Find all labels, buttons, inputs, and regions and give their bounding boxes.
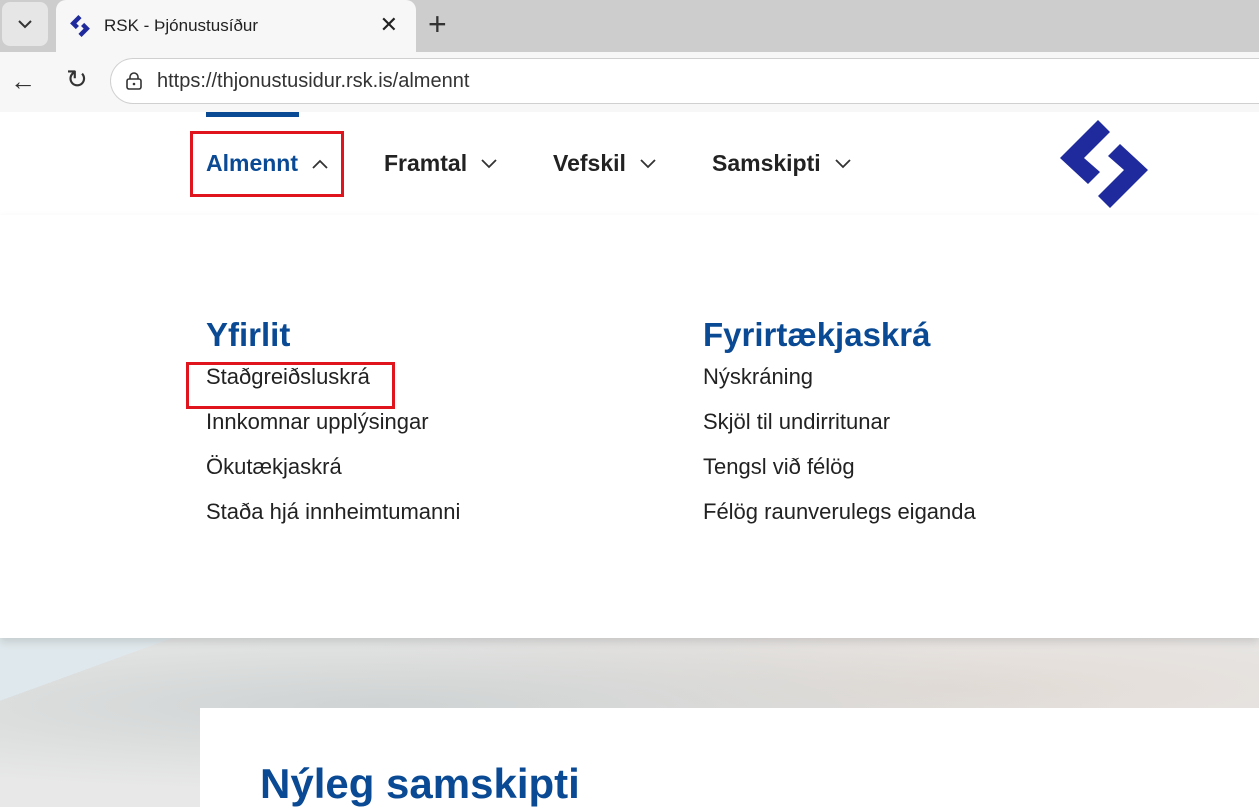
menu-link[interactable]: Tengsl við félög — [703, 453, 976, 498]
menu-column-yfirlit: Yfirlit Staðgreiðsluskrá Innkomnar upplý… — [206, 315, 460, 543]
site-header: Almennt Framtal Vefskil Samskipti — [0, 112, 1259, 215]
lock-icon — [126, 72, 142, 90]
close-tab-icon[interactable]: ✕ — [380, 12, 398, 38]
tab-bar: RSK - Þjónustusíður ✕ + — [0, 0, 1259, 52]
nav-vefskil[interactable]: Vefskil — [553, 150, 656, 177]
tab-list-button[interactable] — [2, 2, 48, 46]
almennt-dropdown-menu: Yfirlit Staðgreiðsluskrá Innkomnar upplý… — [0, 215, 1259, 638]
chevron-down-icon — [640, 158, 656, 168]
nav-label: Samskipti — [712, 150, 821, 176]
content-card: Nýleg samskipti — [200, 708, 1259, 807]
menu-link[interactable]: Skjöl til undirritunar — [703, 408, 976, 453]
active-nav-indicator — [206, 112, 299, 117]
menu-link[interactable]: Félög raunverulegs eiganda — [703, 498, 976, 543]
rsk-favicon-icon — [70, 15, 90, 37]
url-text: https://thjonustusidur.rsk.is/almennt — [157, 69, 470, 92]
menu-link[interactable]: Staða hjá innheimtumanni — [206, 498, 460, 543]
back-arrow-icon[interactable]: ← — [10, 66, 36, 97]
menu-heading: Fyrirtækjaskrá — [703, 316, 931, 353]
menu-link[interactable]: Nýskráning — [703, 363, 976, 408]
rsk-logo[interactable] — [1058, 118, 1150, 210]
nav-framtal[interactable]: Framtal — [384, 150, 497, 177]
tab-title: RSK - Þjónustusíður — [104, 16, 259, 35]
reload-icon[interactable]: ↻ — [66, 64, 88, 95]
new-tab-button[interactable]: + — [428, 6, 447, 43]
highlight-box — [186, 362, 395, 409]
menu-column-fyrirtaekjaskra: Fyrirtækjaskrá Nýskráning Skjöl til undi… — [703, 315, 976, 543]
nav-label: Framtal — [384, 150, 468, 176]
browser-toolbar: ← ↻ https://thjonustusidur.rsk.is/almenn… — [0, 52, 1259, 112]
nav-label: Vefskil — [553, 150, 626, 176]
highlight-box — [190, 131, 344, 197]
menu-link[interactable]: Ökutækjaskrá — [206, 453, 460, 498]
menu-link[interactable]: Innkomnar upplýsingar — [206, 408, 460, 453]
nav-samskipti[interactable]: Samskipti — [712, 150, 851, 177]
chevron-down-icon — [18, 20, 32, 29]
browser-tab-active[interactable]: RSK - Þjónustusíður ✕ — [56, 0, 416, 52]
chevron-down-icon — [481, 158, 497, 168]
web-page: Almennt Framtal Vefskil Samskipti Yfirli… — [0, 112, 1259, 807]
address-bar[interactable]: https://thjonustusidur.rsk.is/almennt — [110, 58, 1259, 104]
chevron-down-icon — [835, 158, 851, 168]
menu-heading: Yfirlit — [206, 316, 291, 353]
section-heading: Nýleg samskipti — [260, 760, 580, 807]
